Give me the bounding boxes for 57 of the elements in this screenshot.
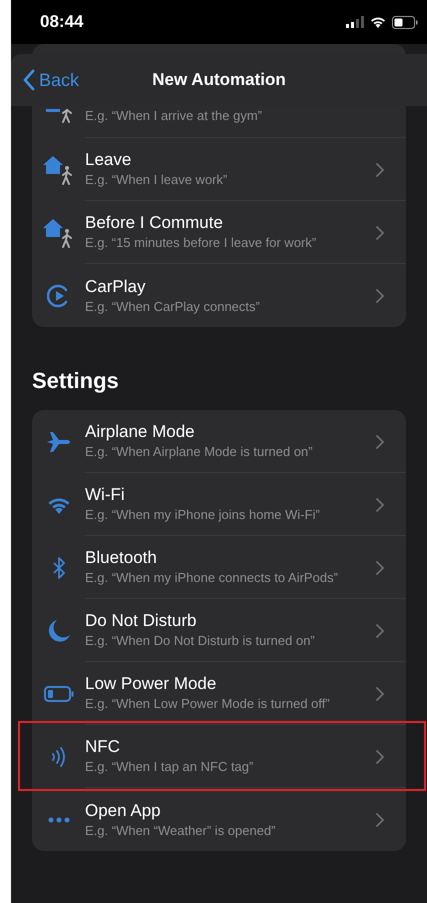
moon-icon <box>46 618 70 642</box>
chevron-right-icon <box>376 434 384 448</box>
row-example: E.g. “When “Weather” is opened” <box>85 822 276 840</box>
chevron-right-icon <box>376 162 384 176</box>
chevron-right-icon <box>376 624 384 638</box>
automation-row[interactable]: Wi-Fi E.g. “When my iPhone joins home Wi-Fi” <box>32 473 406 536</box>
screen-title: New Automation <box>152 69 286 92</box>
row-title: Low Power Mode <box>85 673 216 695</box>
section-header: Settings <box>31 367 120 395</box>
chevron-right-icon <box>376 226 384 240</box>
row-example: E.g. “When Do Not Disturb is turned on” <box>85 632 315 650</box>
chevron-right-icon <box>376 498 384 512</box>
automation-row[interactable]: Bluetooth E.g. “When my iPhone connects to AirPods” <box>32 536 406 599</box>
row-title: Do Not Disturb <box>85 610 196 632</box>
chevron-right-icon <box>376 560 384 574</box>
battery-icon <box>392 16 418 28</box>
row-title: NFC <box>85 736 120 758</box>
row-example: E.g. “When my iPhone joins home Wi-Fi” <box>85 506 320 524</box>
automation-row[interactable]: NFC E.g. “When I tap an NFC tag” <box>32 725 406 788</box>
row-title: Before I Commute <box>85 212 223 234</box>
wifi-icon <box>46 496 70 514</box>
automation-row[interactable]: CarPlay E.g. “When CarPlay connects” <box>32 264 406 327</box>
chevron-right-icon <box>376 750 384 764</box>
chevron-right-icon <box>376 288 384 302</box>
row-example: E.g. “When I tap an NFC tag” <box>85 758 254 776</box>
row-title: Open App <box>85 800 161 822</box>
row-example: E.g. “When Airplane Mode is turned on” <box>85 443 313 461</box>
automation-row[interactable]: Do Not Disturb E.g. “When Do Not Disturb is turned on” <box>32 599 406 662</box>
automation-row[interactable]: Low Power Mode E.g. “When Low Power Mode is turned off” <box>32 662 406 725</box>
row-title: Wi-Fi <box>85 484 125 506</box>
row-example: E.g. “When CarPlay connects” <box>85 298 260 316</box>
row-title: CarPlay <box>85 276 146 298</box>
row-title: Leave <box>85 149 132 171</box>
row-example: E.g. “15 minutes before I leave for work” <box>85 234 316 252</box>
status-time: 08:44 <box>40 11 84 34</box>
automation-row[interactable]: Leave E.g. “When I leave work” <box>32 138 406 201</box>
automation-row[interactable]: Before I Commute E.g. “15 minutes before I leave for work” <box>32 201 406 264</box>
row-title: Bluetooth <box>85 547 157 569</box>
chevron-right-icon <box>376 686 384 700</box>
chevron-left-icon <box>23 69 35 91</box>
row-title: Airplane Mode <box>85 421 195 443</box>
wifi-icon <box>370 16 386 28</box>
row-example: E.g. “When Low Power Mode is turned off” <box>85 695 330 713</box>
automation-row[interactable]: Airplane Mode E.g. “When Airplane Mode is turned on” <box>32 410 406 473</box>
play-circle-icon <box>46 284 70 308</box>
bluetooth-icon <box>52 556 66 580</box>
automation-row[interactable]: Open App E.g. “When “Weather” is opened” <box>32 788 406 851</box>
signal-icon <box>346 16 364 28</box>
battery-icon <box>44 686 74 702</box>
chevron-right-icon <box>376 812 384 826</box>
row-example: E.g. “When my iPhone connects to AirPods” <box>85 569 338 587</box>
nfc-waves-icon <box>50 746 66 768</box>
back-button[interactable]: Back <box>23 66 80 94</box>
airplane-icon <box>46 430 72 454</box>
ellipsis-icon <box>48 816 70 822</box>
row-example: E.g. “When I leave work” <box>85 171 228 189</box>
row-example: E.g. “When I arrive at the gym” <box>85 106 262 124</box>
